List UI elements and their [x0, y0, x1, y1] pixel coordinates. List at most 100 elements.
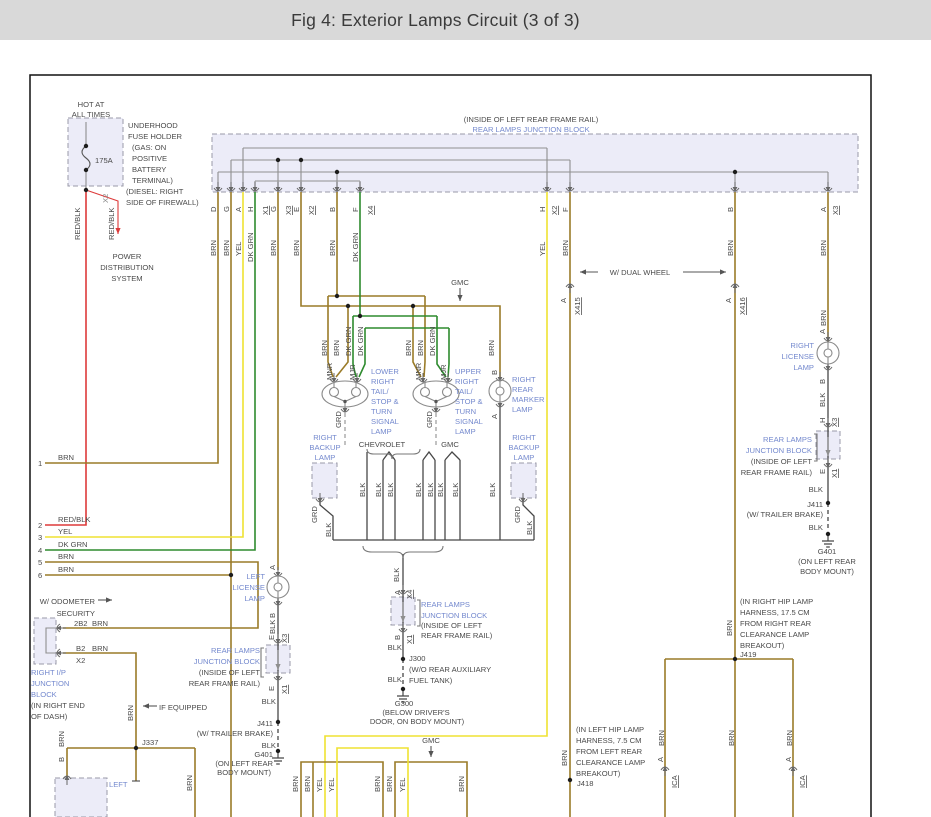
label-brn: BRN	[291, 776, 300, 792]
label-gas-on: (GAS: ON	[132, 143, 166, 152]
label-yel: YEL	[327, 778, 336, 792]
arrow-head	[143, 703, 149, 708]
label-rear: REAR	[512, 385, 534, 394]
label-w-dual-wheel: W/ DUAL WHEEL	[610, 268, 670, 277]
pin-arrow	[276, 601, 281, 606]
label-yel: YEL	[398, 778, 407, 792]
wire-brn-34	[424, 296, 425, 377]
label-right: RIGHT	[371, 377, 395, 386]
label-blk: BLK	[809, 485, 823, 494]
label-x1: X1	[261, 206, 270, 215]
label-breakout: BREAKOUT)	[740, 641, 785, 650]
label-if-equipped: IF EQUIPPED	[159, 703, 208, 712]
label-marker: MARKER	[512, 395, 545, 404]
label-system: SYSTEM	[111, 274, 142, 283]
label-x4: X4	[366, 206, 375, 215]
label-rear-frame-rail: REAR FRAME RAIL)	[421, 631, 493, 640]
label-f: F	[351, 207, 360, 212]
label-j419: J419	[740, 650, 756, 659]
label-diesel-right: (DIESEL: RIGHT	[126, 187, 184, 196]
label-a: A	[559, 297, 568, 303]
right-backup-lamp-right-box	[511, 463, 536, 498]
if-equipped-arrow	[143, 703, 157, 708]
splice-dot	[346, 304, 350, 308]
label-w-trailer-brake: (W/ TRAILER BRAKE)	[197, 729, 274, 738]
label-clearance-lamp: CLEARANCE LAMP	[740, 630, 809, 639]
pin-arrow	[791, 766, 796, 771]
label-x415: X415	[573, 297, 582, 315]
label-lamp: LAMP	[512, 405, 533, 414]
right-ip-junction-block	[34, 618, 56, 664]
label-brn: BRN	[185, 775, 194, 791]
arrow-head	[457, 295, 462, 301]
label-below-driver-s: (BELOW DRIVER'S	[382, 708, 449, 717]
label-brn: BRN	[560, 750, 569, 766]
label-signal: SIGNAL	[371, 417, 399, 426]
label-b: B	[268, 613, 277, 618]
left-lamp-bottom-box	[55, 778, 107, 817]
label-brn: BRN	[487, 340, 496, 356]
splice-dot	[401, 657, 405, 661]
label-a: A	[393, 589, 402, 595]
label-chevrolet: CHEVROLET	[359, 440, 406, 449]
label-blk: BLK	[809, 523, 823, 532]
label-junction-block: JUNCTION BLOCK	[421, 611, 487, 620]
label-right: RIGHT	[455, 377, 479, 386]
connector-pin-icon	[56, 649, 66, 657]
label-turn: TURN	[455, 407, 476, 416]
connector-pin-icon	[661, 766, 669, 776]
label-terminal: TERMINAL)	[132, 176, 173, 185]
label-right: RIGHT	[512, 375, 536, 384]
arrow-head	[106, 597, 112, 602]
label-x4: X4	[405, 590, 414, 599]
brace-ground-bundle	[363, 546, 443, 558]
label-blk: BLK	[451, 483, 460, 497]
right-license-lamp	[817, 342, 839, 364]
label-backup: BACKUP	[309, 443, 340, 452]
label-rear-lamps: REAR LAMPS	[421, 600, 470, 609]
odometer-arrow	[98, 597, 112, 602]
pin-arrow	[56, 626, 61, 631]
dual-wheel-arrow-right	[683, 269, 726, 274]
pin-arrow	[276, 676, 281, 681]
label-x2: X2	[101, 194, 110, 203]
label-d: D	[209, 206, 218, 212]
label-lamp: LAMP	[371, 427, 392, 436]
label-e: E	[267, 686, 276, 691]
connector-pin-icon	[56, 624, 66, 632]
left-license-lamp	[267, 576, 289, 598]
label-brn: BRN	[385, 776, 394, 792]
page: Fig 4: Exterior Lamps Circuit (3 of 3) H…	[0, 0, 931, 817]
splice-dot	[276, 720, 280, 724]
label-b: B	[57, 757, 66, 762]
label-rear-lamps: REAR LAMPS	[211, 646, 260, 655]
label-x3: X3	[284, 206, 293, 215]
splice-dot	[358, 314, 362, 318]
label-clearance-lamp: CLEARANCE LAMP	[576, 758, 645, 767]
label-brn: BRN	[269, 240, 278, 256]
label-red-blk: RED/BLK	[58, 515, 91, 524]
label-yel: YEL	[234, 242, 243, 256]
label-license: LICENSE	[782, 352, 815, 361]
label-j411: J411	[257, 719, 273, 728]
label-brn: BRN	[209, 240, 218, 256]
splice-dot	[335, 170, 339, 174]
label-h: H	[538, 207, 547, 212]
label-b: B	[393, 635, 402, 640]
label-gmc: GMC	[441, 440, 459, 449]
filament-icon	[443, 388, 452, 397]
label-yel: YEL	[315, 778, 324, 792]
label-3: 3	[38, 533, 42, 542]
label-e: E	[267, 635, 276, 640]
label-junction-block: JUNCTION BLOCK	[746, 446, 812, 455]
label-brn: BRN	[92, 644, 108, 653]
label-underhood: UNDERHOOD	[128, 121, 178, 130]
label-mnr: MNR	[325, 362, 334, 380]
label-1: 1	[38, 459, 42, 468]
filament-icon	[330, 388, 339, 397]
label-lamp: LAMP	[455, 427, 476, 436]
label-grd: GRD	[425, 411, 434, 428]
pin-arrow	[826, 337, 831, 342]
label-x2: X2	[76, 656, 85, 665]
label-a: A	[268, 564, 277, 570]
